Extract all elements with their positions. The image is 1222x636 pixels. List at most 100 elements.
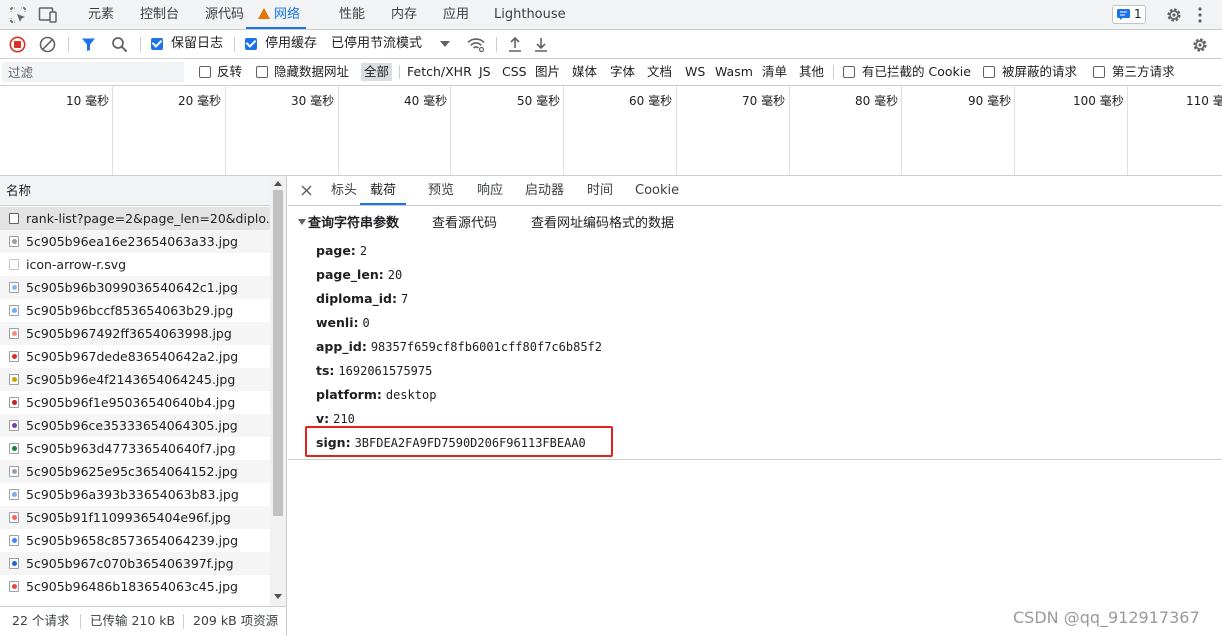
scroll-down-arrow-icon[interactable]: [274, 594, 282, 599]
disable-cache-checkbox[interactable]: [245, 38, 257, 50]
request-row[interactable]: 5c905b967492ff3654063998.jpg: [0, 322, 270, 345]
tab-performance[interactable]: 性能: [339, 0, 365, 29]
detail-tab-timing[interactable]: 时间: [587, 176, 613, 205]
param-key: wenli:: [316, 315, 359, 330]
filter-type-media[interactable]: 媒体: [572, 59, 597, 85]
filter-type-doc[interactable]: 文档: [647, 59, 672, 85]
close-icon[interactable]: [301, 185, 312, 196]
search-icon[interactable]: [111, 36, 128, 53]
devtools-top-tabbar: 元素 控制台 源代码 网络 性能 内存 应用 Lighthouse 1: [0, 0, 1222, 30]
settings-gear-icon[interactable]: [1165, 6, 1183, 24]
view-url-encoded-link[interactable]: 查看网址编码格式的数据: [531, 212, 674, 231]
blocked-requests-label: 被屏蔽的请求: [1002, 64, 1078, 79]
more-options-icon[interactable]: [1197, 6, 1203, 24]
detail-tab-cookies[interactable]: Cookie: [635, 176, 679, 205]
query-params-section-header[interactable]: 查询字符串参数: [298, 212, 399, 231]
invert-label: 反转: [217, 64, 243, 79]
preserve-log-checkbox[interactable]: [151, 38, 163, 50]
request-row[interactable]: 5c905b96f1e95036540640b4.jpg: [0, 391, 270, 414]
filter-type-all[interactable]: 全部: [361, 63, 393, 81]
filter-type-img[interactable]: 图片: [535, 59, 560, 85]
import-har-icon[interactable]: [507, 36, 523, 53]
toolbar-divider: [234, 37, 235, 52]
clear-icon[interactable]: [39, 36, 56, 53]
third-party-checkbox[interactable]: [1093, 66, 1105, 78]
issues-badge[interactable]: 1: [1112, 5, 1146, 24]
request-name: 5c905b96b3099036540642c1.jpg: [26, 280, 238, 295]
param-value: 1692061575975: [338, 364, 433, 378]
timeline-tick-label: 70 毫秒: [742, 94, 786, 108]
request-row[interactable]: 5c905b96e4f2143654064245.jpg: [0, 368, 270, 391]
request-row[interactable]: 5c905b96b3099036540642c1.jpg: [0, 276, 270, 299]
throttling-select[interactable]: 已停用节流模式: [331, 30, 422, 58]
timeline-tick-label: 90 毫秒: [968, 94, 1012, 108]
timeline-gridline: [563, 86, 564, 175]
hide-data-urls-checkbox[interactable]: [256, 66, 268, 78]
tab-console[interactable]: 控制台: [140, 0, 179, 29]
stop-recording-icon[interactable]: [9, 36, 26, 53]
name-column-header[interactable]: 名称: [0, 176, 270, 206]
detail-tab-headers[interactable]: 标头: [331, 176, 357, 205]
request-list-scrollbar[interactable]: [270, 176, 286, 606]
request-name: 5c905b91f11099365404e96f.jpg: [26, 510, 231, 525]
request-row[interactable]: 5c905b96bccf853654063b29.jpg: [0, 299, 270, 322]
detail-tab-response[interactable]: 响应: [477, 176, 503, 205]
view-source-link[interactable]: 查看源代码: [432, 212, 497, 231]
filter-type-other[interactable]: 其他: [799, 59, 824, 85]
param-key: platform:: [316, 387, 382, 402]
param-value: 2: [359, 244, 368, 258]
request-row[interactable]: 5c905b963d477336540640f7.jpg: [0, 437, 270, 460]
request-row[interactable]: 5c905b967dede836540642a2.jpg: [0, 345, 270, 368]
filter-type-wasm[interactable]: Wasm: [715, 59, 753, 85]
scrollbar-thumb[interactable]: [273, 190, 283, 516]
tab-elements[interactable]: 元素: [88, 0, 114, 29]
request-row[interactable]: 5c905b96a393b33654063b83.jpg: [0, 483, 270, 506]
request-row[interactable]: 5c905b96ea16e23654063a33.jpg: [0, 230, 270, 253]
request-row[interactable]: 5c905b96486b183654063c45.jpg: [0, 575, 270, 598]
filter-type-fetch-xhr[interactable]: Fetch/XHR: [407, 59, 472, 85]
tab-sources[interactable]: 源代码: [205, 0, 244, 29]
filter-divider: [833, 65, 834, 79]
request-row[interactable]: 5c905b91f11099365404e96f.jpg: [0, 506, 270, 529]
detail-tab-preview[interactable]: 预览: [428, 176, 454, 205]
request-row[interactable]: 5c905b967c070b365406397f.jpg: [0, 552, 270, 575]
blocked-cookies-checkbox[interactable]: [843, 66, 855, 78]
tab-application[interactable]: 应用: [443, 0, 469, 29]
request-row[interactable]: 5c905b96ce35333654064305.jpg: [0, 414, 270, 437]
timeline-overview[interactable]: 10 毫秒 20 毫秒 30 毫秒 40 毫秒 50 毫秒 60 毫秒 70 毫…: [0, 86, 1222, 176]
request-row[interactable]: 5c905b9658c8573654064239.jpg: [0, 529, 270, 552]
invert-checkbox[interactable]: [199, 66, 211, 78]
request-row[interactable]: icon-arrow-r.svg: [0, 253, 270, 276]
tab-memory[interactable]: 内存: [391, 0, 417, 29]
export-har-icon[interactable]: [533, 36, 549, 53]
blocked-cookies-label: 有已拦截的 Cookie: [862, 64, 971, 79]
timeline-gridline: [789, 86, 790, 175]
dropdown-arrow-icon[interactable]: [440, 41, 450, 48]
filter-type-manifest[interactable]: 清单: [762, 59, 787, 85]
transferred-size: 已传输 210 kB: [90, 613, 176, 628]
param-value: 210: [333, 412, 355, 426]
detail-tab-initiator[interactable]: 启动器: [525, 176, 564, 205]
scroll-up-arrow-icon[interactable]: [274, 181, 282, 186]
filter-type-js[interactable]: JS: [479, 59, 491, 85]
filter-type-css[interactable]: CSS: [502, 59, 527, 85]
query-params-title: 查询字符串参数: [308, 216, 400, 231]
network-conditions-wifi-icon[interactable]: [466, 36, 486, 53]
detail-tab-payload[interactable]: 载荷: [360, 176, 407, 205]
filter-input[interactable]: [2, 62, 184, 82]
filter-type-font[interactable]: 字体: [610, 59, 635, 85]
network-settings-gear-icon[interactable]: [1191, 36, 1209, 54]
blocked-requests-checkbox[interactable]: [983, 66, 995, 78]
param-value: 98357f659cf8fb6001cff80f7c6b85f2: [370, 340, 602, 354]
filter-type-ws[interactable]: WS: [685, 59, 705, 85]
tab-lighthouse[interactable]: Lighthouse: [494, 0, 566, 29]
device-toolbar-icon[interactable]: [38, 6, 58, 24]
inspect-element-icon[interactable]: [9, 6, 27, 24]
request-row[interactable]: rank-list?page=2&page_len=20&diplo...: [0, 207, 270, 230]
network-toolbar: 保留日志 停用缓存 已停用节流模式: [0, 30, 1222, 59]
filter-icon[interactable]: [81, 37, 96, 52]
param-row: ts: 1692061575975: [316, 363, 432, 378]
param-value: 0: [362, 316, 370, 330]
request-row[interactable]: 5c905b9625e95c3654064152.jpg: [0, 460, 270, 483]
tab-network[interactable]: 网络: [246, 0, 307, 29]
